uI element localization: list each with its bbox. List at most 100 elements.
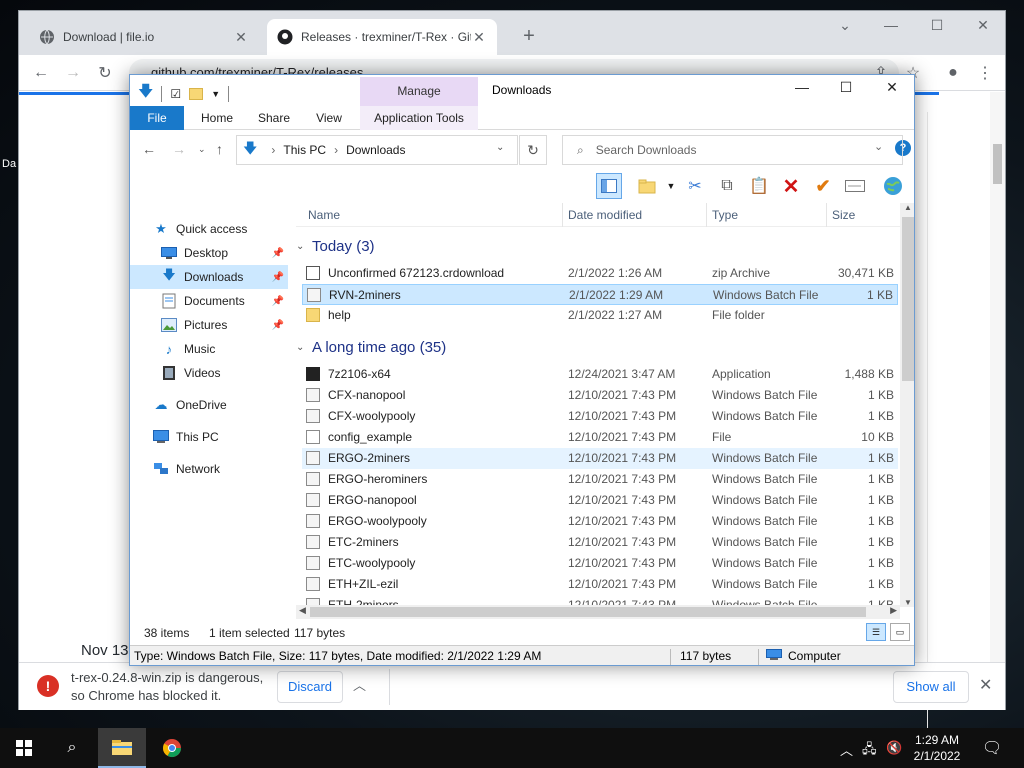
scroll-thumb[interactable] <box>902 217 914 381</box>
scroll-right-icon[interactable]: ▶ <box>890 605 897 616</box>
table-row[interactable]: RVN-2miners 2/1/2022 1:29 AM Windows Batch… <box>302 284 898 305</box>
table-row[interactable]: ETC-woolypooly 12/10/2021 7:43 PM Windows … <box>302 553 898 574</box>
volume-muted-icon[interactable]: 🔇 <box>886 740 902 756</box>
manage-contextual-tab[interactable]: Manage <box>360 77 478 106</box>
forward-arrow-icon[interactable]: → <box>172 141 186 157</box>
column-divider[interactable] <box>706 203 707 227</box>
close-tab-icon[interactable]: ✕ <box>233 29 249 46</box>
breadcrumb-downloads[interactable]: Downloads <box>346 143 405 157</box>
new-folder-icon[interactable] <box>189 87 204 100</box>
plus-icon[interactable]: + <box>517 25 541 48</box>
group-header[interactable]: ⌄ A long time ago (35) <box>296 336 446 358</box>
preview-pane-icon[interactable] <box>596 173 622 199</box>
table-row[interactable]: config_example 12/10/2021 7:43 PM File 10 K… <box>302 427 898 448</box>
pin-icon[interactable]: 📌 <box>272 320 284 331</box>
column-header-date[interactable]: Date modified <box>568 208 642 222</box>
column-header-type[interactable]: Type <box>712 208 738 222</box>
chevron-down-icon[interactable]: ⌄ <box>296 342 304 353</box>
show-all-button[interactable]: Show all <box>893 671 969 703</box>
close-icon[interactable]: ✕ <box>969 17 997 34</box>
chevron-down-icon[interactable]: ▼ <box>211 89 220 99</box>
column-header-name[interactable]: Name <box>308 208 340 222</box>
cut-icon[interactable]: ✂ <box>682 173 708 199</box>
chevron-up-icon[interactable]: ︿ <box>840 740 853 759</box>
up-arrow-icon[interactable]: ↑ <box>216 141 223 157</box>
pin-icon[interactable]: 📌 <box>272 248 284 259</box>
close-icon[interactable]: ✕ <box>872 79 912 101</box>
new-folder-icon[interactable] <box>634 173 660 199</box>
sidebar-item-onedrive[interactable]: ☁ OneDrive <box>130 393 288 417</box>
tab-view[interactable]: View <box>306 106 352 130</box>
chevron-down-icon[interactable]: ▼ <box>658 173 684 199</box>
table-row[interactable]: ERGO-2miners 12/10/2021 7:43 PM Windows Ba… <box>302 448 898 469</box>
sidebar-item-quick-access[interactable]: ★ Quick access <box>130 217 288 241</box>
pin-icon[interactable]: 📌 <box>272 272 284 283</box>
address-bar[interactable]: 🡇 › This PC › Downloads <box>236 135 518 165</box>
table-row[interactable]: Unconfirmed 672123.crdownload 2/1/2022 1:… <box>302 263 898 284</box>
scroll-down-icon[interactable]: ▼ <box>900 598 914 607</box>
chevron-right-icon[interactable]: › <box>334 143 338 157</box>
globe-icon[interactable] <box>880 173 906 199</box>
sidebar-item-pictures[interactable]: Pictures 📌 <box>130 313 288 337</box>
search-input[interactable]: ⌕ Search Downloads <box>562 135 903 165</box>
tab-home[interactable]: Home <box>192 106 242 130</box>
chevron-down-icon[interactable]: ⌄ <box>296 241 304 252</box>
tab-github-releases[interactable]: Releases · trexminer/T-Rex · GitH ✕ <box>267 19 497 55</box>
group-header[interactable]: ⌄ Today (3) <box>296 235 375 257</box>
search-icon[interactable]: ⌕ <box>48 728 96 768</box>
column-header-size[interactable]: Size <box>832 208 855 222</box>
paste-icon[interactable]: 📋 <box>746 173 772 199</box>
back-arrow-icon[interactable]: ← <box>29 61 53 85</box>
discard-button[interactable]: Discard <box>277 671 343 703</box>
sidebar-item-downloads[interactable]: 🡇 Downloads 📌 <box>130 265 288 289</box>
scroll-thumb[interactable] <box>993 144 1002 184</box>
page-scrollbar[interactable] <box>990 92 1005 662</box>
table-row[interactable]: CFX-woolypooly 12/10/2021 7:43 PM Windows … <box>302 406 898 427</box>
checkmark-icon[interactable]: ✔ <box>810 173 836 199</box>
network-status-icon[interactable]: 🖧 <box>862 740 877 762</box>
table-row[interactable]: ERGO-woolypooly 12/10/2021 7:43 PM Windows… <box>302 511 898 532</box>
details-view-icon[interactable]: ☰ <box>866 623 886 641</box>
recent-locations-icon[interactable]: ⌄ <box>198 144 206 155</box>
table-row[interactable]: ETC-2miners 12/10/2021 7:43 PM Windows Bat… <box>302 532 898 553</box>
reload-icon[interactable]: ↻ <box>93 61 117 85</box>
delete-icon[interactable]: ✕ <box>778 173 804 199</box>
properties-icon[interactable]: ☑ <box>170 87 181 101</box>
copy-icon[interactable]: ⧉ <box>714 173 740 199</box>
sidebar-item-documents[interactable]: Documents 📌 <box>130 289 288 313</box>
chevron-right-icon[interactable]: › <box>271 143 275 157</box>
table-row[interactable]: CFX-nanopool 12/10/2021 7:43 PM Windows Ba… <box>302 385 898 406</box>
minimize-icon[interactable]: — <box>877 17 905 33</box>
file-explorer-taskbar-icon[interactable] <box>98 728 146 768</box>
table-row[interactable]: 7z2106-x64 12/24/2021 3:47 AM Application 1… <box>302 364 898 385</box>
table-row[interactable]: ERGO-herominers 12/10/2021 7:43 PM Windows… <box>302 469 898 490</box>
tab-file-io[interactable]: Download | file.io ✕ <box>29 19 259 55</box>
sidebar-item-videos[interactable]: Videos <box>130 361 288 385</box>
close-icon[interactable]: ✕ <box>979 675 992 695</box>
large-icons-view-icon[interactable]: ▭ <box>890 623 910 641</box>
windows-start-icon[interactable] <box>0 728 48 768</box>
sidebar-item-music[interactable]: ♪ Music <box>130 337 288 361</box>
tab-share[interactable]: Share <box>250 106 298 130</box>
notifications-icon[interactable]: 🗨 <box>982 738 1002 758</box>
tab-file[interactable]: File <box>130 106 184 130</box>
close-tab-icon[interactable]: ✕ <box>471 29 487 46</box>
forward-arrow-icon[interactable]: → <box>61 61 85 85</box>
sidebar-item-network[interactable]: Network <box>130 457 288 481</box>
rename-icon[interactable] <box>842 173 868 199</box>
menu-dots-icon[interactable]: ⋮ <box>973 61 997 85</box>
taskbar-clock[interactable]: 1:29 AM 2/1/2022 <box>904 732 970 764</box>
tab-application-tools[interactable]: Application Tools <box>360 106 478 130</box>
sidebar-item-this-pc[interactable]: This PC <box>130 425 288 449</box>
desktop-icon-label[interactable]: Da <box>2 158 16 170</box>
refresh-icon[interactable]: ↻ <box>519 135 547 165</box>
table-row[interactable]: ETH+ZIL-ezil 12/10/2021 7:43 PM Windows Ba… <box>302 574 898 595</box>
back-arrow-icon[interactable]: ← <box>142 141 156 157</box>
profile-avatar-icon[interactable]: ● <box>941 61 965 85</box>
scroll-thumb[interactable] <box>310 607 866 617</box>
vertical-scrollbar[interactable]: ▲ ▼ <box>900 203 914 607</box>
maximize-icon[interactable]: ☐ <box>826 79 866 101</box>
horizontal-scrollbar[interactable]: ◀ ▶ <box>296 605 900 619</box>
chevron-up-icon[interactable]: ︿ <box>353 675 366 694</box>
minimize-icon[interactable]: — <box>782 79 822 101</box>
